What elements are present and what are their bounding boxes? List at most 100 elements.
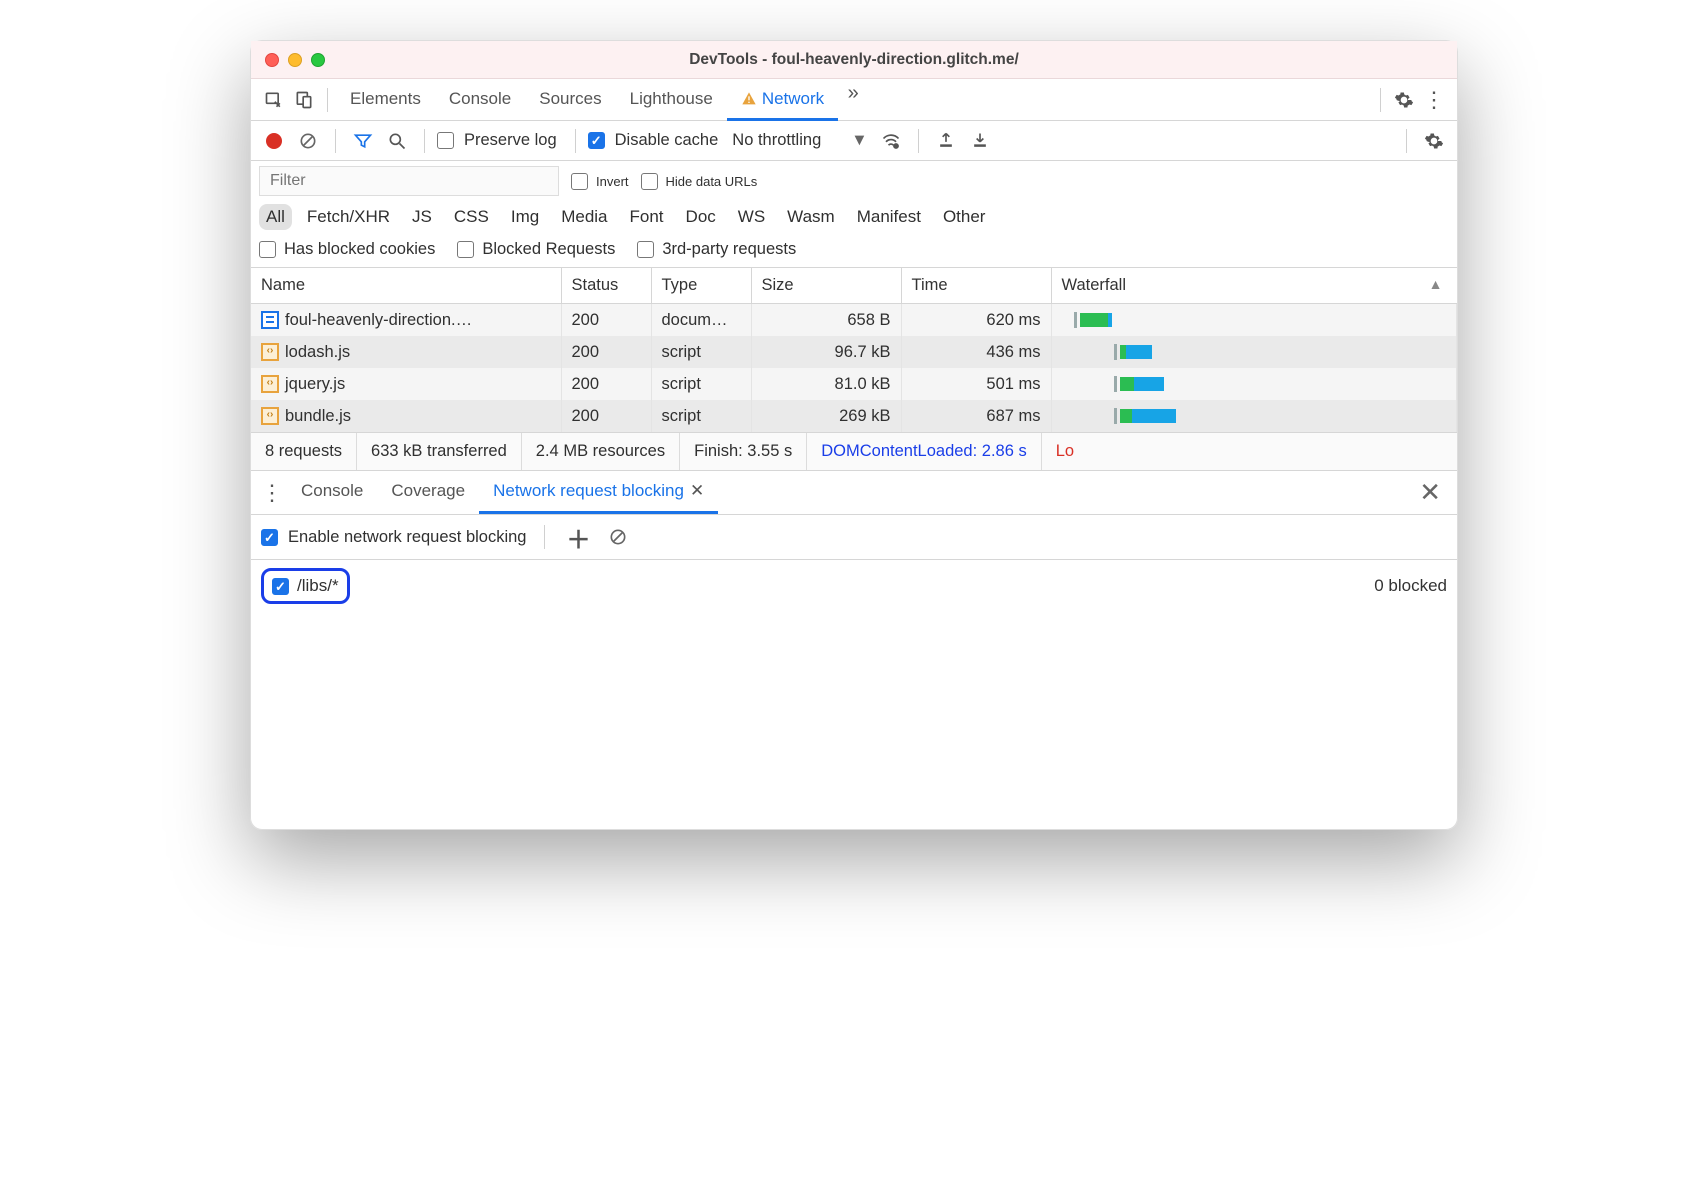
window-titlebar: DevTools - foul-heavenly-direction.glitc… <box>251 41 1457 79</box>
col-header-type[interactable]: Type <box>651 268 751 304</box>
clear-button[interactable] <box>293 126 323 156</box>
summary-finish: Finish: 3.55 s <box>680 433 807 470</box>
drawer-tab-blocking-label: Network request blocking <box>493 481 684 501</box>
preserve-log-label: Preserve log <box>458 131 563 150</box>
tab-sources[interactable]: Sources <box>525 79 615 121</box>
request-type: docum… <box>651 304 751 337</box>
table-row[interactable]: jquery.js 200 script 81.0 kB 501 ms <box>251 368 1457 400</box>
blocked-requests-checkbox[interactable] <box>457 241 474 258</box>
additional-filters: Has blocked cookies Blocked Requests 3rd… <box>251 236 1457 268</box>
clear-patterns-button[interactable] <box>603 522 633 552</box>
request-time: 620 ms <box>901 304 1051 337</box>
network-summary: 8 requests 633 kB transferred 2.4 MB res… <box>251 432 1457 471</box>
summary-load: Lo <box>1042 433 1088 470</box>
script-file-icon <box>261 407 279 425</box>
summary-transferred: 633 kB transferred <box>357 433 522 470</box>
more-tabs-icon[interactable]: » <box>838 79 868 109</box>
col-header-name[interactable]: Name <box>251 268 561 304</box>
type-fetch-xhr[interactable]: Fetch/XHR <box>300 204 397 230</box>
summary-resources: 2.4 MB resources <box>522 433 680 470</box>
network-table: Name Status Type Size Time Waterfall▲ fo… <box>251 268 1457 432</box>
request-name: jquery.js <box>285 375 345 393</box>
drawer-tab-console[interactable]: Console <box>287 471 377 514</box>
request-size: 81.0 kB <box>751 368 901 400</box>
invert-checkbox[interactable] <box>571 173 588 190</box>
tab-network[interactable]: Network <box>727 79 838 121</box>
tab-console[interactable]: Console <box>435 79 525 121</box>
preserve-log-checkbox[interactable] <box>437 132 454 149</box>
chevron-down-icon: ▼ <box>851 131 867 150</box>
summary-dom-content-loaded: DOMContentLoaded: 2.86 s <box>807 433 1041 470</box>
panel-tabs: Elements Console Sources Lighthouse Netw… <box>336 79 1372 121</box>
kebab-menu-icon[interactable]: ⋮ <box>1419 85 1449 115</box>
type-js[interactable]: JS <box>405 204 439 230</box>
pattern-checkbox[interactable] <box>272 578 289 595</box>
type-css[interactable]: CSS <box>447 204 496 230</box>
enable-blocking-checkbox[interactable] <box>261 529 278 546</box>
record-icon <box>266 133 282 149</box>
hide-data-urls-checkbox[interactable] <box>641 173 658 190</box>
drawer-more-icon[interactable]: ⋮ <box>257 478 287 508</box>
type-img[interactable]: Img <box>504 204 546 230</box>
filter-icon[interactable] <box>348 126 378 156</box>
close-drawer-button[interactable]: ✕ <box>1409 477 1451 508</box>
filter-bar: Invert Hide data URLs <box>251 161 1457 201</box>
col-header-time[interactable]: Time <box>901 268 1051 304</box>
request-name: bundle.js <box>285 407 351 425</box>
close-tab-icon[interactable]: ✕ <box>690 481 704 501</box>
table-row[interactable]: lodash.js 200 script 96.7 kB 436 ms <box>251 336 1457 368</box>
blocking-toolbar: Enable network request blocking ＋ <box>251 515 1457 560</box>
drawer-tab-coverage[interactable]: Coverage <box>377 471 479 514</box>
warning-icon <box>741 91 757 107</box>
resource-type-filters: All Fetch/XHR JS CSS Img Media Font Doc … <box>251 201 1457 236</box>
request-type: script <box>651 368 751 400</box>
type-doc[interactable]: Doc <box>679 204 723 230</box>
request-time: 687 ms <box>901 400 1051 432</box>
import-har-icon[interactable] <box>931 126 961 156</box>
search-icon[interactable] <box>382 126 412 156</box>
type-media[interactable]: Media <box>554 204 614 230</box>
export-har-icon[interactable] <box>965 126 995 156</box>
throttling-select[interactable]: No throttling ▼ <box>728 131 871 150</box>
waterfall-cell <box>1051 400 1457 432</box>
request-type: script <box>651 400 751 432</box>
third-party-checkbox[interactable] <box>637 241 654 258</box>
type-all[interactable]: All <box>259 204 292 230</box>
table-row[interactable]: foul-heavenly-direction.… 200 docum… 658… <box>251 304 1457 337</box>
col-header-size[interactable]: Size <box>751 268 901 304</box>
tab-elements[interactable]: Elements <box>336 79 435 121</box>
request-size: 658 B <box>751 304 901 337</box>
blocked-cookies-checkbox[interactable] <box>259 241 276 258</box>
blocked-count: 0 blocked <box>1374 576 1447 596</box>
record-button[interactable] <box>259 126 289 156</box>
blocked-requests-label: Blocked Requests <box>482 240 615 259</box>
col-header-status[interactable]: Status <box>561 268 651 304</box>
type-ws[interactable]: WS <box>731 204 772 230</box>
request-size: 269 kB <box>751 400 901 432</box>
type-other[interactable]: Other <box>936 204 993 230</box>
request-status: 200 <box>561 368 651 400</box>
inspect-element-icon[interactable] <box>259 85 289 115</box>
request-name: lodash.js <box>285 343 350 361</box>
drawer-tab-blocking[interactable]: Network request blocking ✕ <box>479 471 718 514</box>
device-toolbar-icon[interactable] <box>289 85 319 115</box>
table-row[interactable]: bundle.js 200 script 269 kB 687 ms <box>251 400 1457 432</box>
network-conditions-icon[interactable] <box>876 126 906 156</box>
tab-lighthouse[interactable]: Lighthouse <box>616 79 727 121</box>
network-settings-icon[interactable] <box>1419 126 1449 156</box>
sort-asc-icon: ▲ <box>1429 276 1443 292</box>
settings-icon[interactable] <box>1389 85 1419 115</box>
type-manifest[interactable]: Manifest <box>850 204 928 230</box>
add-pattern-button[interactable]: ＋ <box>563 522 593 552</box>
pattern-list: /libs/* 0 blocked <box>251 560 1457 612</box>
disable-cache-checkbox[interactable] <box>588 132 605 149</box>
network-toolbar: Preserve log Disable cache No throttling… <box>251 121 1457 161</box>
type-wasm[interactable]: Wasm <box>780 204 842 230</box>
disable-cache-label: Disable cache <box>609 131 725 150</box>
pattern-item[interactable]: /libs/* <box>261 568 350 604</box>
request-size: 96.7 kB <box>751 336 901 368</box>
type-font[interactable]: Font <box>623 204 671 230</box>
col-header-waterfall[interactable]: Waterfall▲ <box>1051 268 1457 304</box>
waterfall-cell <box>1051 304 1457 337</box>
filter-input[interactable] <box>259 166 559 196</box>
